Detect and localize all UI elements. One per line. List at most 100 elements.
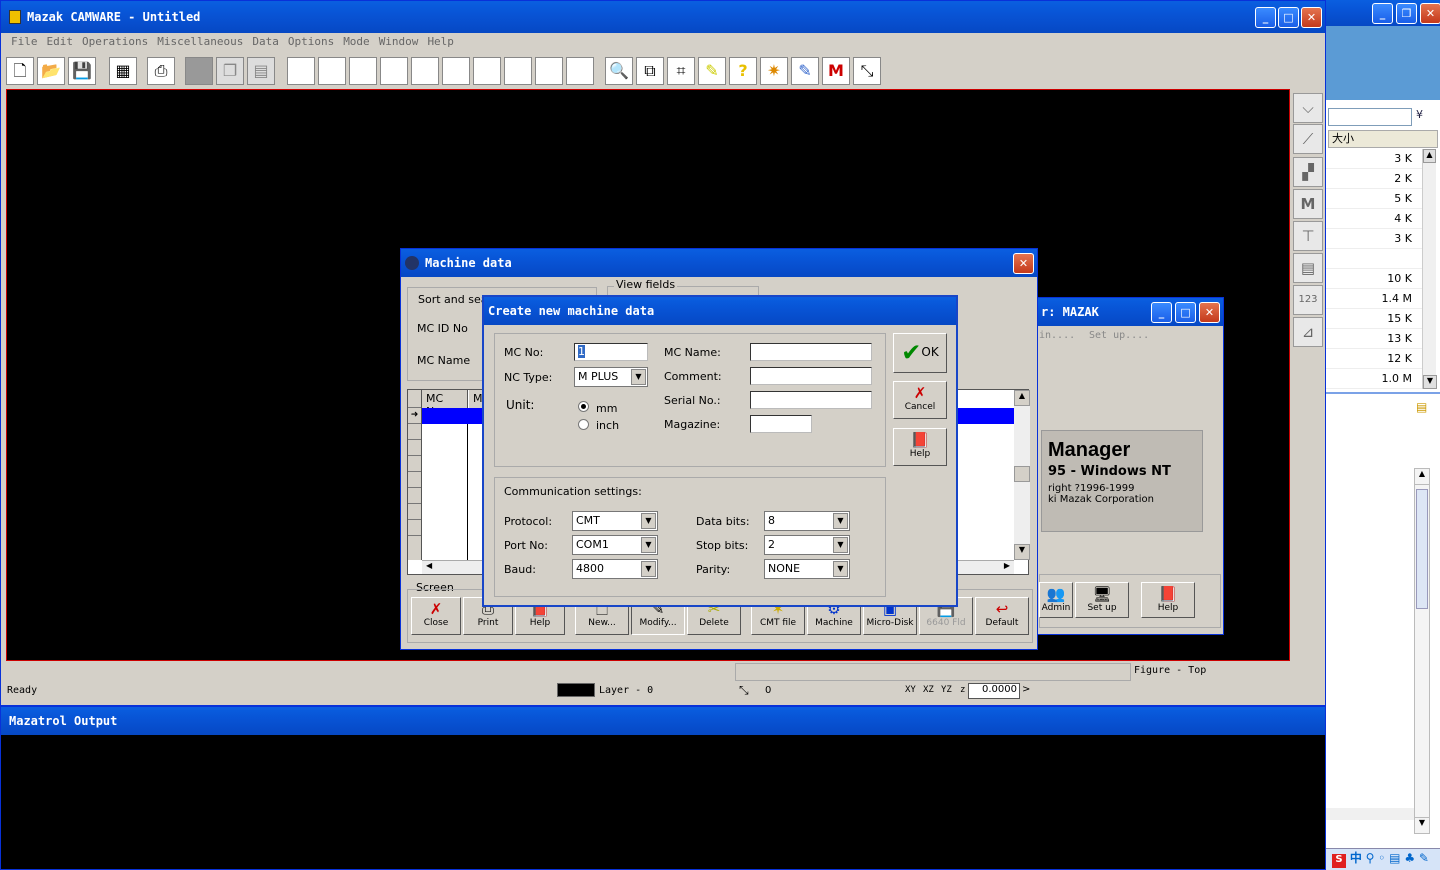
save-icon[interactable]: 💾 <box>68 57 96 85</box>
tool-sequence-icon[interactable]: 123 <box>1293 285 1323 315</box>
col-mc-no-header[interactable]: MC No. <box>422 390 468 418</box>
manager-menu-2[interactable]: Set up.... <box>1089 330 1149 341</box>
zoom-window-icon[interactable]: ⧉ <box>636 57 664 85</box>
blank-tool-7[interactable] <box>473 57 501 85</box>
eraser-icon[interactable]: ✎ <box>698 57 726 85</box>
gray-tool-icon[interactable] <box>185 57 213 85</box>
parity-select[interactable]: NONE ▼ <box>764 559 850 579</box>
mazatrol-m-icon[interactable]: M <box>822 57 850 85</box>
paste-icon[interactable]: ▤ <box>247 57 275 85</box>
print-icon[interactable]: ⎙ <box>147 57 175 85</box>
size-item[interactable]: 5 K <box>1326 189 1422 209</box>
chevron-down-icon[interactable]: ¥ <box>1416 108 1423 121</box>
menu-operations[interactable]: Operations <box>82 35 148 48</box>
ime-toolbar[interactable]: S 中 ⚲ ◦ ▤ ♣ ✎ <box>1326 848 1440 870</box>
blank-tool-1[interactable] <box>287 57 315 85</box>
size-item[interactable]: 2 K <box>1326 169 1422 189</box>
size-item[interactable]: 3 K <box>1326 229 1422 249</box>
size-column-header[interactable]: 大小 <box>1328 130 1438 148</box>
help-button[interactable]: 📕 Help <box>893 428 947 466</box>
size-item[interactable]: 15 K <box>1326 309 1422 329</box>
close-machine-button[interactable]: ✗ Close <box>411 597 461 635</box>
address-input[interactable] <box>1328 108 1412 126</box>
menu-window[interactable]: Window <box>379 35 419 48</box>
unit-mm-radio[interactable] <box>578 401 589 412</box>
size-item[interactable] <box>1326 249 1422 269</box>
menu-options[interactable]: Options <box>288 35 334 48</box>
blank-tool-5[interactable] <box>411 57 439 85</box>
menu-help[interactable]: Help <box>427 35 454 48</box>
bg-close-button[interactable]: ✕ <box>1420 3 1440 24</box>
protocol-select[interactable]: CMT ▼ <box>572 511 658 531</box>
menu-mode[interactable]: Mode <box>343 35 370 48</box>
tool-m-icon[interactable]: M <box>1293 189 1323 219</box>
tool-list-icon[interactable]: ▤ <box>1293 253 1323 283</box>
manager-help-button[interactable]: 📕 Help <box>1141 582 1195 618</box>
serial-input[interactable] <box>750 391 872 409</box>
figure-view[interactable]: Figure - Top <box>1134 665 1206 676</box>
size-item[interactable]: 1.4 M <box>1326 289 1422 309</box>
default-button[interactable]: ↩ Default <box>975 597 1029 635</box>
blank-tool-4[interactable] <box>380 57 408 85</box>
zoom-fit-icon[interactable]: ⌗ <box>667 57 695 85</box>
z-value-input[interactable]: 0.0000 <box>968 683 1020 699</box>
sogou-icon[interactable]: S <box>1332 854 1346 868</box>
star-icon[interactable]: ✷ <box>760 57 788 85</box>
menu-miscellaneous[interactable]: Miscellaneous <box>157 35 243 48</box>
size-item[interactable]: 13 K <box>1326 329 1422 349</box>
ok-button[interactable]: ✔OK <box>893 333 947 373</box>
grid-vscroll[interactable]: ▲ ▼ <box>1014 390 1030 560</box>
plane-xy-button[interactable]: XY <box>905 685 916 695</box>
blank-tool-8[interactable] <box>504 57 532 85</box>
menu-file[interactable]: File <box>11 35 38 48</box>
plane-yz-button[interactable]: YZ <box>941 685 952 695</box>
blank-tool-6[interactable] <box>442 57 470 85</box>
z-apply-icon[interactable]: > <box>1022 684 1030 695</box>
mc-name-input[interactable] <box>750 343 872 361</box>
unit-inch-radio[interactable] <box>578 419 589 430</box>
databits-select[interactable]: 8 ▼ <box>764 511 850 531</box>
zoom-icon[interactable]: 🔍 <box>605 57 633 85</box>
manager-setup-button[interactable]: 🖥 Set up <box>1075 582 1129 618</box>
minimize-button[interactable]: _ <box>1255 7 1276 28</box>
program-list-icon[interactable]: ▦ <box>109 57 137 85</box>
close-button[interactable]: ✕ <box>1301 7 1322 28</box>
blank-tool-9[interactable] <box>535 57 563 85</box>
machine-close-button[interactable]: ✕ <box>1013 253 1034 274</box>
menu-edit[interactable]: Edit <box>47 35 74 48</box>
tool-measure-icon[interactable]: ⊿ <box>1293 317 1323 347</box>
manager-menu-1[interactable]: in.... <box>1039 330 1075 341</box>
blank-tool-10[interactable] <box>566 57 594 85</box>
menu-data[interactable]: Data <box>252 35 279 48</box>
cancel-button[interactable]: ✗ Cancel <box>893 381 947 419</box>
size-item[interactable]: 1.0 M <box>1326 369 1422 389</box>
blank-tool-3[interactable] <box>349 57 377 85</box>
stopbits-select[interactable]: 2 ▼ <box>764 535 850 555</box>
size-item[interactable]: 4 K <box>1326 209 1422 229</box>
comment-input[interactable] <box>750 367 872 385</box>
nc-type-select[interactable]: M PLUS ▼ <box>574 367 648 387</box>
baud-select[interactable]: 4800 ▼ <box>572 559 658 579</box>
plane-xz-button[interactable]: XZ <box>923 685 934 695</box>
bg-minimize-button[interactable]: _ <box>1372 3 1393 24</box>
layer-indicator[interactable]: Layer - 0 <box>599 685 653 696</box>
tool-drill-icon[interactable]: ⊤ <box>1293 221 1323 251</box>
size-item[interactable]: 10 K <box>1326 269 1422 289</box>
maximize-button[interactable]: □ <box>1278 7 1299 28</box>
manager-admin-button[interactable]: 👥 Admin <box>1039 582 1073 618</box>
bg-restore-button[interactable]: ❐ <box>1396 3 1417 24</box>
list-scrollbar[interactable]: ▲ ▼ <box>1422 149 1437 389</box>
open-folder-icon[interactable]: 📂 <box>37 57 65 85</box>
manager-close-button[interactable]: ✕ <box>1199 302 1220 323</box>
tool-line-icon[interactable]: ⟋ <box>1293 124 1323 154</box>
settings-page-icon[interactable]: ✎ <box>791 57 819 85</box>
mc-no-input[interactable]: 1 <box>574 343 648 361</box>
manager-minimize-button[interactable]: _ <box>1151 302 1172 323</box>
magazine-input[interactable] <box>750 415 812 433</box>
port-select[interactable]: COM1 ▼ <box>572 535 658 555</box>
blank-tool-2[interactable] <box>318 57 346 85</box>
new-file-icon[interactable]: 🗋 <box>6 57 34 85</box>
copy-icon[interactable]: ❐ <box>216 57 244 85</box>
size-item[interactable]: 3 K <box>1326 149 1422 169</box>
size-item[interactable]: 12 K <box>1326 349 1422 369</box>
